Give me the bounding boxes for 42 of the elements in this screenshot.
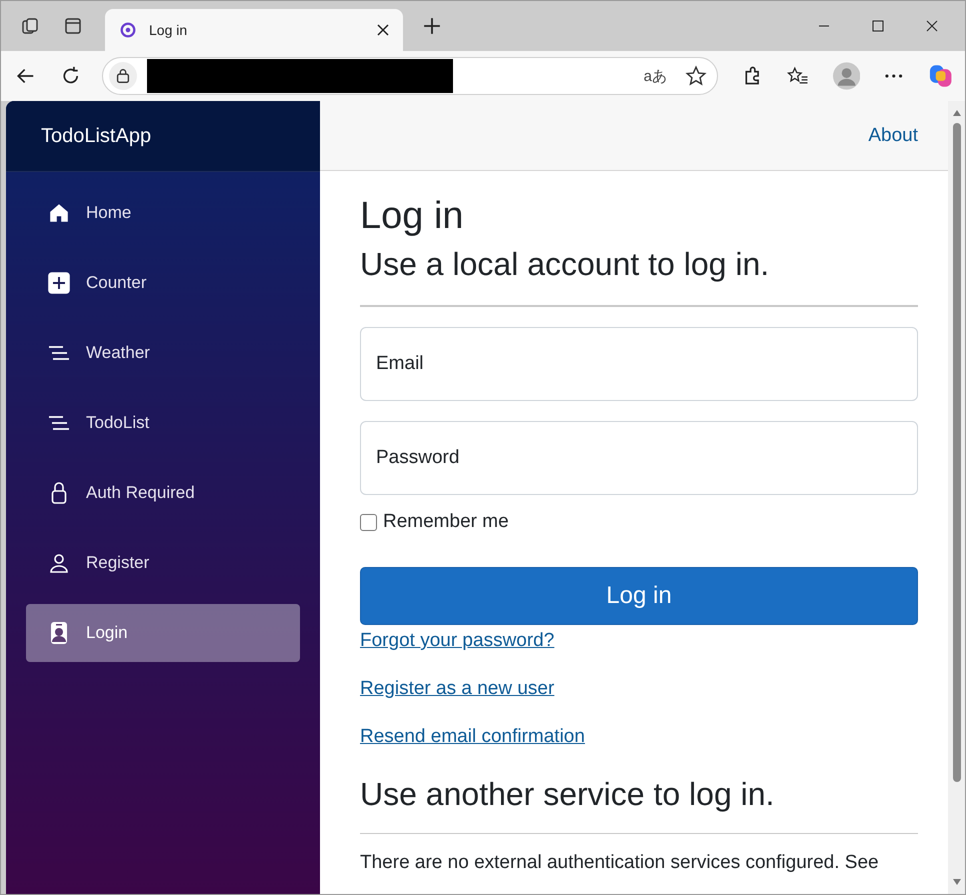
scroll-up-icon[interactable] [952, 109, 962, 117]
browser-tab[interactable]: Log in [105, 9, 403, 51]
nav-item[interactable]: Register [26, 534, 300, 592]
nav-item[interactable]: Login [26, 604, 300, 662]
app-logo-icon [119, 21, 137, 39]
section-heading: Use another service to log in. [360, 776, 776, 813]
section-heading: Use a local account to log in. [360, 246, 770, 283]
address-bar[interactable]: aあ [102, 57, 718, 95]
input-field[interactable]: Email [360, 327, 918, 401]
close-icon[interactable] [926, 20, 938, 32]
avatar-icon[interactable] [832, 62, 860, 90]
info-text: There are no external authentication services configured. See [360, 852, 880, 874]
new-tab-icon[interactable] [423, 17, 441, 35]
close-icon[interactable] [377, 24, 389, 36]
tab-actions-icon[interactable] [63, 16, 83, 36]
scrollbar[interactable] [948, 101, 965, 894]
nav-item[interactable]: Weather [26, 324, 300, 382]
checkbox-label: Remember me [383, 511, 509, 533]
plus-square-icon [46, 271, 72, 295]
scroll-down-icon[interactable] [952, 878, 962, 886]
nav-item[interactable]: TodoList [26, 394, 300, 452]
login-button[interactable]: Log in [360, 567, 918, 625]
maximize-icon[interactable] [872, 20, 884, 32]
tab-title: Log in [149, 22, 188, 38]
lock-icon[interactable] [108, 62, 137, 90]
text-link[interactable]: Resend email confirmation [360, 726, 585, 748]
about-link[interactable]: About [868, 124, 918, 146]
brand-title[interactable]: TodoListApp [41, 124, 152, 148]
copilot-icon[interactable] [928, 63, 953, 89]
nav-item[interactable]: Home [26, 184, 300, 242]
text-link[interactable]: Register as a new user [360, 678, 554, 700]
checkbox[interactable] [360, 514, 377, 530]
list-icon [46, 415, 72, 431]
list-icon [46, 345, 72, 361]
text-link[interactable]: Forgot your password? [360, 630, 554, 652]
page-title: Log in [360, 195, 465, 238]
nav-item[interactable]: Counter [26, 254, 300, 312]
input-field[interactable]: Password [360, 421, 918, 495]
translate-icon[interactable]: aあ [644, 66, 667, 86]
nav-item[interactable]: Auth Required [26, 464, 300, 522]
star-icon[interactable] [684, 65, 707, 87]
more-icon[interactable] [884, 73, 904, 79]
